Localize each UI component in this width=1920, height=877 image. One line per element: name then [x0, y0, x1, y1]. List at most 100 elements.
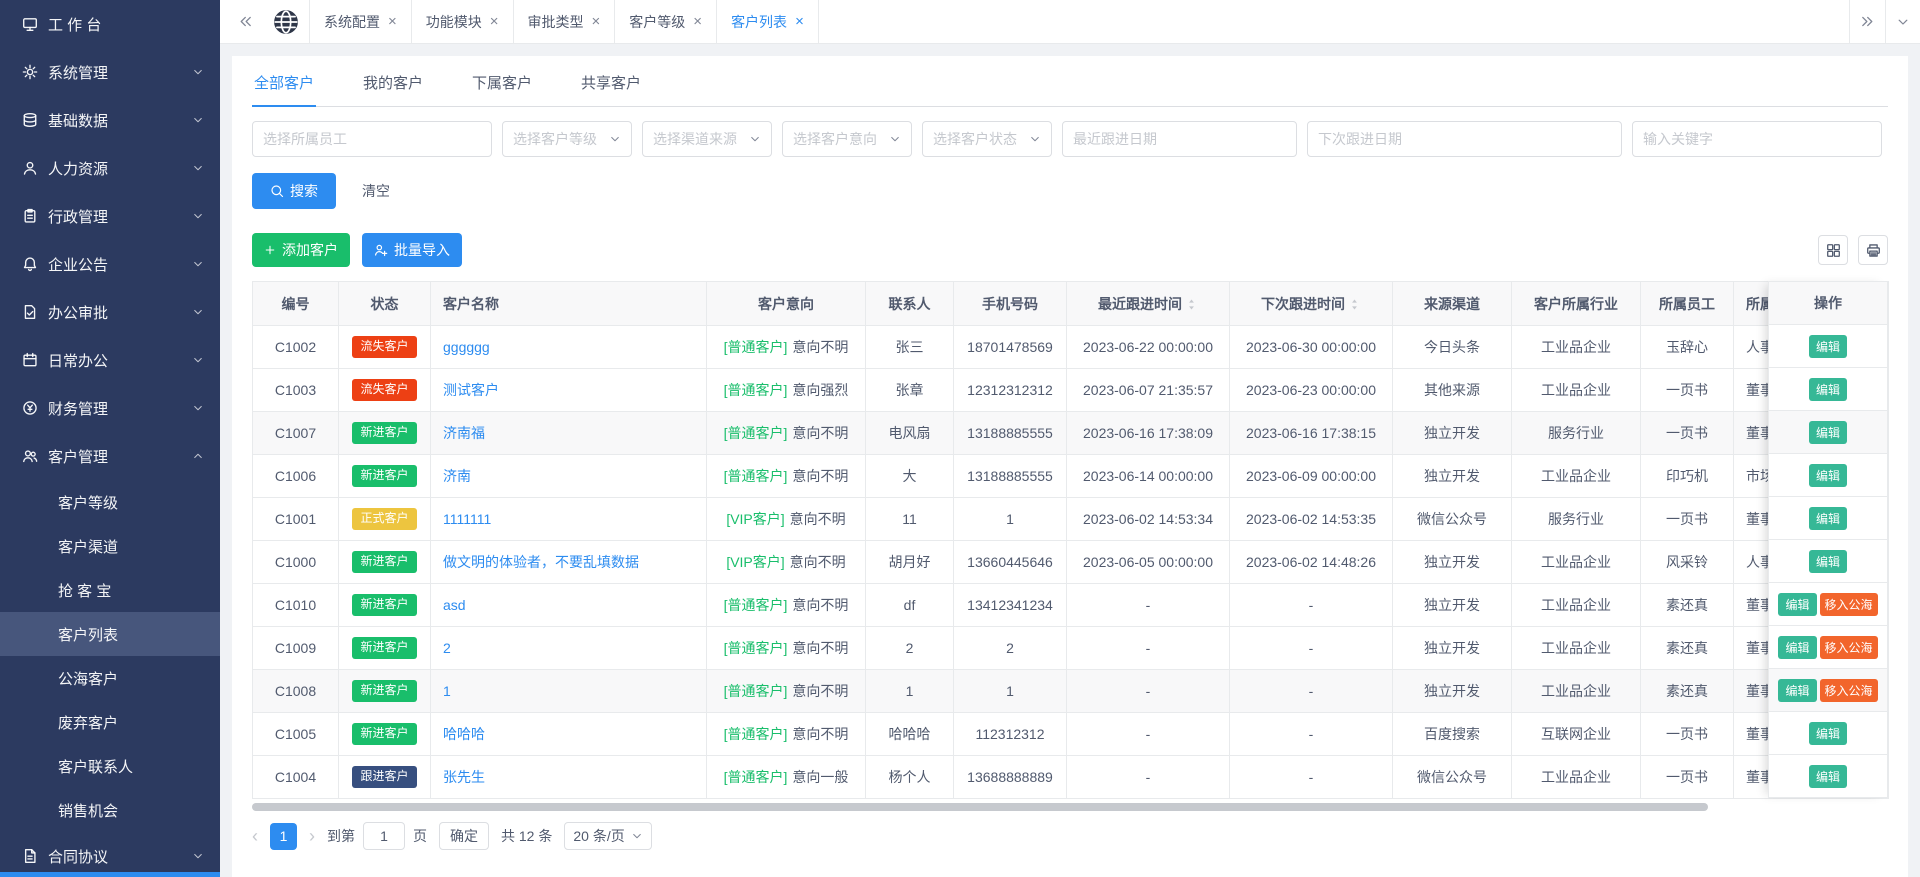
cell-contact-name: 大 [865, 454, 954, 498]
sidebar-subitem-客户等级[interactable]: 客户等级 [0, 480, 220, 524]
view-tab-下属客户[interactable]: 下属客户 [470, 56, 534, 107]
view-tab-我的客户[interactable]: 我的客户 [361, 56, 425, 107]
customer-name-link[interactable]: 测试客户 [443, 382, 499, 398]
workspace-tab-客户等级[interactable]: 客户等级 × [614, 0, 716, 43]
user-icon [22, 160, 38, 176]
sidebar-item-日常办公[interactable]: 日常办公 [0, 336, 220, 384]
sidebar-subitem-废弃客户[interactable]: 废弃客户 [0, 700, 220, 744]
clear-button[interactable]: 清空 [362, 181, 390, 201]
confirm-page-button[interactable]: 确定 [439, 822, 489, 850]
view-tab-全部客户[interactable]: 全部客户 [252, 56, 317, 107]
edit-button[interactable]: 编辑 [1808, 549, 1847, 573]
edit-button[interactable]: 编辑 [1808, 377, 1847, 401]
status-badge: 新进客户 [352, 551, 417, 573]
sidebar-bottom-partial-item[interactable] [0, 872, 220, 877]
sidebar-subitem-抢客宝[interactable]: 抢 客 宝 [0, 568, 220, 612]
page-size-select[interactable]: 20 条/页 [564, 822, 652, 850]
export-button[interactable] [1858, 235, 1888, 265]
sidebar-subitem-客户列表[interactable]: 客户列表 [0, 612, 220, 656]
customer-level-tag: [普通客户] [723, 597, 788, 613]
close-icon[interactable]: × [490, 14, 499, 29]
cell-customer-name: 张先生 [430, 755, 707, 799]
move-to-public-sea-button[interactable]: 移入公海 [1819, 678, 1878, 702]
filter-keyword-input[interactable]: 输入关键字 [1632, 121, 1882, 157]
filter-channel-source[interactable]: 选择渠道来源 [642, 121, 772, 157]
customer-name-link[interactable]: 济南 [443, 468, 471, 484]
close-icon[interactable]: × [693, 14, 702, 29]
close-icon[interactable]: × [388, 14, 397, 29]
edit-button[interactable]: 编辑 [1808, 463, 1847, 487]
sidebar-subitem-客户联系人[interactable]: 客户联系人 [0, 744, 220, 788]
scroll-tabs-right-icon[interactable] [1849, 0, 1885, 43]
sidebar-item-企业公告[interactable]: 企业公告 [0, 240, 220, 288]
actions-cell: 编辑 [1768, 368, 1888, 411]
sidebar-item-系统管理[interactable]: 系统管理 [0, 48, 220, 96]
filter-next-follow-date[interactable]: 下次跟进日期 [1307, 121, 1622, 157]
scrollbar-thumb[interactable] [252, 803, 1709, 811]
customer-name-link[interactable]: 济南福 [443, 425, 485, 441]
edit-button[interactable]: 编辑 [1778, 592, 1817, 616]
customer-name-link[interactable]: 张先生 [443, 769, 485, 785]
move-to-public-sea-button[interactable]: 移入公海 [1819, 592, 1878, 616]
search-button[interactable]: 搜索 [252, 173, 336, 209]
view-tab-共享客户[interactable]: 共享客户 [579, 56, 643, 107]
customer-name-link[interactable]: gggggg [443, 339, 490, 355]
edit-button[interactable]: 编辑 [1808, 506, 1847, 530]
edit-button[interactable]: 编辑 [1808, 764, 1847, 788]
customer-name-link[interactable]: 1111111 [443, 511, 491, 527]
customer-level-tag: [普通客户] [723, 382, 788, 398]
filter-customer-intent[interactable]: 选择客户意向 [782, 121, 912, 157]
filter-customer-level[interactable]: 选择客户等级 [502, 121, 632, 157]
workspace-tab-审批类型[interactable]: 审批类型 × [512, 0, 615, 43]
edit-button[interactable]: 编辑 [1808, 334, 1847, 358]
sidebar-item-人力资源[interactable]: 人力资源 [0, 144, 220, 192]
filter-last-follow-date[interactable]: 最近跟进日期 [1062, 121, 1297, 157]
move-to-public-sea-button[interactable]: 移入公海 [1819, 635, 1878, 659]
column-header-next-follow-time[interactable]: 下次跟进时间 [1229, 281, 1393, 326]
sidebar-item-行政管理[interactable]: 行政管理 [0, 192, 220, 240]
grid-icon [1826, 243, 1841, 258]
filter-customer-status[interactable]: 选择客户状态 [922, 121, 1052, 157]
sidebar-item-财务管理[interactable]: 财务管理 [0, 384, 220, 432]
sidebar-subitem-公海客户[interactable]: 公海客户 [0, 656, 220, 700]
sidebar-item-办公审批[interactable]: 办公审批 [0, 288, 220, 336]
sidebar-subitem-销售机会[interactable]: 销售机会 [0, 788, 220, 832]
horizontal-scrollbar[interactable] [252, 802, 1888, 812]
edit-button[interactable]: 编辑 [1778, 678, 1817, 702]
close-icon[interactable]: × [592, 14, 601, 29]
sidebar-subitem-客户渠道[interactable]: 客户渠道 [0, 524, 220, 568]
sidebar-item-label: 系统管理 [48, 64, 109, 82]
collapse-tabs-icon[interactable] [228, 0, 263, 43]
add-customer-button[interactable]: 添加客户 [252, 233, 350, 267]
customer-name-link[interactable]: 2 [443, 640, 451, 656]
prev-page-icon[interactable]: ‹ [252, 827, 258, 845]
column-header-last-follow-time[interactable]: 最近跟进时间 [1066, 281, 1230, 326]
column-settings-button[interactable] [1818, 235, 1848, 265]
close-icon[interactable]: × [795, 14, 804, 29]
customer-level-tag: [普通客户] [723, 683, 788, 699]
customer-name-link[interactable]: 做文明的体验者，不要乱填数据 [443, 554, 639, 570]
customer-name-link[interactable]: 哈哈哈 [443, 726, 485, 742]
next-page-icon[interactable]: › [309, 827, 315, 845]
page-number-current[interactable]: 1 [270, 822, 297, 850]
batch-import-button[interactable]: 批量导入 [362, 233, 462, 267]
column-header-label: 所属员工 [1659, 295, 1715, 312]
sidebar-item-客户管理[interactable]: 客户管理 [0, 432, 220, 480]
customer-name-link[interactable]: asd [443, 597, 466, 613]
customer-name-link[interactable]: 1 [443, 683, 451, 699]
edit-button[interactable]: 编辑 [1778, 635, 1817, 659]
workspace-tab-系统配置[interactable]: 系统配置 × [309, 0, 411, 43]
edit-button[interactable]: 编辑 [1808, 420, 1847, 444]
edit-button[interactable]: 编辑 [1808, 721, 1847, 745]
cell-customer-industry: 工业品企业 [1511, 626, 1641, 670]
tabs-menu-chevron-down-icon[interactable] [1885, 0, 1920, 43]
sidebar-item-合同协议[interactable]: 合同协议 [0, 832, 220, 877]
goto-page-input[interactable] [363, 822, 405, 850]
filter-owner-employee[interactable]: 选择所属员工 [252, 121, 492, 157]
sidebar-item-基础数据[interactable]: 基础数据 [0, 96, 220, 144]
workspace-tab-客户列表[interactable]: 客户列表 × [716, 0, 819, 43]
search-icon [270, 184, 284, 198]
sidebar-item-工作台[interactable]: 工 作 台 [0, 0, 220, 48]
globe-icon[interactable] [273, 9, 299, 35]
workspace-tab-功能模块[interactable]: 功能模块 × [410, 0, 513, 43]
